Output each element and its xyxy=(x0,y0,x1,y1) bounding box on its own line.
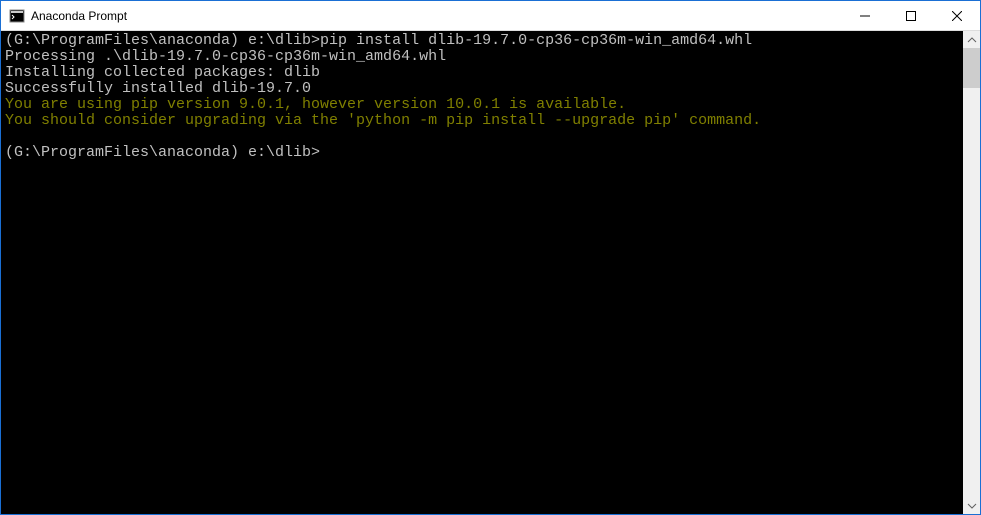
minimize-button[interactable] xyxy=(842,1,888,30)
titlebar: Anaconda Prompt xyxy=(1,1,980,31)
terminal-line: Successfully installed dlib-19.7.0 xyxy=(5,81,959,97)
window-controls xyxy=(842,1,980,30)
scroll-track[interactable] xyxy=(963,48,980,497)
terminal-line: Installing collected packages: dlib xyxy=(5,65,959,81)
terminal-line: Processing .\dlib-19.7.0-cp36-cp36m-win_… xyxy=(5,49,959,65)
window-title: Anaconda Prompt xyxy=(31,9,842,23)
scroll-thumb[interactable] xyxy=(963,48,980,88)
terminal-line: You should consider upgrading via the 'p… xyxy=(5,113,959,129)
scroll-down-button[interactable] xyxy=(963,497,980,514)
terminal-wrap: (G:\ProgramFiles\anaconda) e:\dlib>pip i… xyxy=(1,31,980,514)
scroll-up-button[interactable] xyxy=(963,31,980,48)
terminal-line: (G:\ProgramFiles\anaconda) e:\dlib> xyxy=(5,145,959,161)
terminal-output[interactable]: (G:\ProgramFiles\anaconda) e:\dlib>pip i… xyxy=(1,31,963,514)
scrollbar xyxy=(963,31,980,514)
window: Anaconda Prompt (G:\ProgramFiles\anacond… xyxy=(0,0,981,515)
terminal-line: (G:\ProgramFiles\anaconda) e:\dlib>pip i… xyxy=(5,33,959,49)
terminal-icon xyxy=(9,8,25,24)
maximize-button[interactable] xyxy=(888,1,934,30)
close-button[interactable] xyxy=(934,1,980,30)
terminal-line xyxy=(5,129,959,145)
terminal-line: You are using pip version 9.0.1, however… xyxy=(5,97,959,113)
